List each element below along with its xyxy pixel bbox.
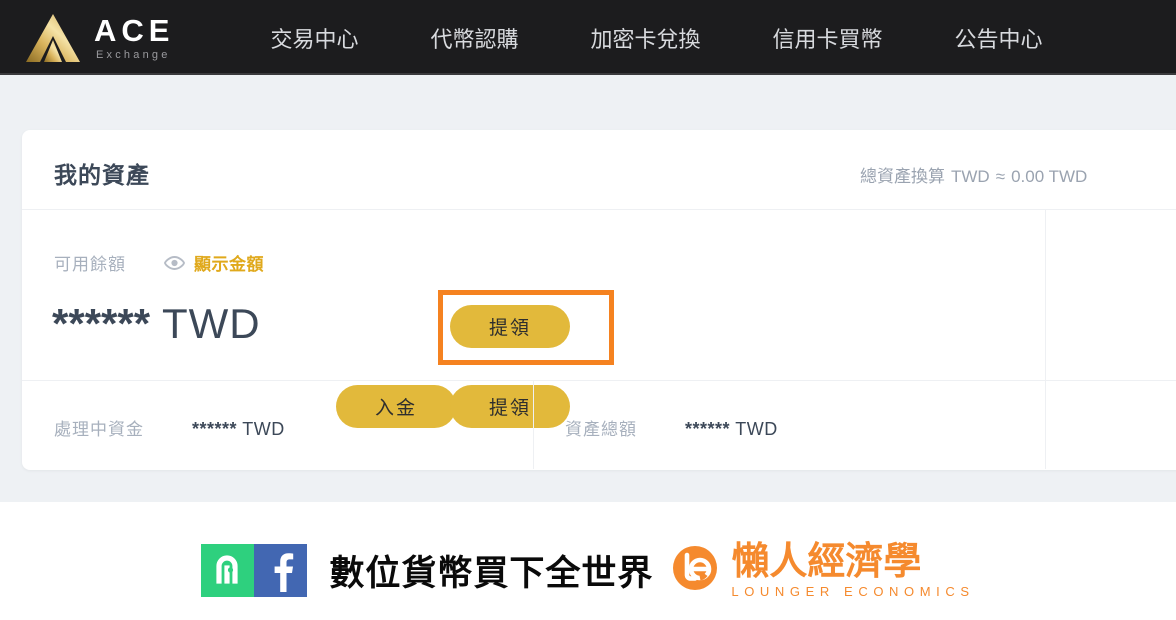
stat-masked-value: ******	[192, 419, 238, 439]
nav-link-token-subscription[interactable]: 代幣認購	[394, 22, 554, 54]
top-navigation-bar: ACE Exchange 交易中心 代幣認購 加密卡兌換 信用卡買幣 公告中心	[0, 0, 1176, 75]
asset-stats-section: 處理中資金 ****** TWD 資產總額 ****** TWD	[22, 381, 1176, 469]
show-amount-toggle[interactable]: 顯示金額	[194, 250, 264, 275]
logo-primary-text: ACE	[94, 12, 175, 48]
stat-currency: TWD	[242, 419, 285, 439]
stat-processing-funds: 處理中資金 ****** TWD	[54, 415, 285, 440]
lounger-economics-brand: 懶人經濟學 LOUNGER ECONOMICS	[669, 542, 974, 599]
nav-link-credit-card-buy[interactable]: 信用卡買幣	[737, 22, 919, 54]
total-assets-currency: TWD	[951, 167, 990, 186]
stats-vertical-divider-right	[1045, 381, 1046, 469]
lounger-economics-logo-icon	[669, 542, 721, 599]
nav-link-trading-center[interactable]: 交易中心	[234, 22, 394, 54]
stat-label: 資產總額	[565, 420, 637, 439]
balance-label-row: 可用餘額 顯示金額	[54, 250, 264, 275]
stat-masked-value: ******	[685, 419, 731, 439]
available-balance-label: 可用餘額	[54, 255, 126, 274]
nav-link-announcement-center[interactable]: 公告中心	[919, 22, 1079, 54]
total-assets-label: 總資產換算	[860, 167, 945, 186]
total-assets-value: 0.00 TWD	[1011, 167, 1088, 186]
stat-total-assets: 資產總額 ****** TWD	[565, 415, 778, 440]
app-root: ACE Exchange 交易中心 代幣認購 加密卡兌換 信用卡買幣 公告中心 …	[0, 0, 1176, 620]
footer-watermark: 數位貨幣買下全世界 懶人經濟學 LOUNGER ECONOMICS	[0, 502, 1176, 620]
facebook-icon[interactable]	[254, 543, 308, 597]
line-icon[interactable]	[201, 543, 255, 597]
logo-wordmark: ACE Exchange	[94, 15, 174, 61]
total-assets-summary: 總資產換算 TWD ≈0.00 TWD	[860, 162, 1087, 187]
stat-value: ****** TWD	[685, 419, 778, 440]
balance-currency: TWD	[162, 300, 261, 347]
stat-label: 處理中資金	[54, 420, 144, 439]
withdraw-button-highlighted[interactable]: 提領	[450, 305, 570, 348]
footer-inner: 數位貨幣買下全世界 懶人經濟學 LOUNGER ECONOMICS	[201, 542, 974, 599]
nav-link-crypto-card-exchange[interactable]: 加密卡兌換	[554, 22, 736, 54]
card-header: 我的資產 總資產換算 TWD ≈0.00 TWD	[22, 130, 1176, 210]
approx-sign: ≈	[995, 167, 1006, 186]
card-vertical-divider	[1045, 210, 1046, 381]
balance-masked-value: ******	[52, 300, 151, 347]
site-logo[interactable]: ACE Exchange	[24, 7, 174, 69]
stat-value: ****** TWD	[192, 419, 285, 440]
nav-links: 交易中心 代幣認購 加密卡兌換 信用卡買幣 公告中心	[234, 22, 1176, 54]
eye-icon[interactable]	[164, 255, 185, 270]
logo-secondary-text: Exchange	[96, 48, 171, 61]
page-title: 我的資產	[54, 162, 150, 188]
available-balance-amount: ****** TWD	[52, 300, 261, 348]
brand-text: 懶人經濟學 LOUNGER ECONOMICS	[731, 543, 974, 598]
stat-currency: TWD	[735, 419, 778, 439]
ace-triangle-logo-icon	[24, 12, 82, 64]
stats-vertical-divider	[533, 381, 534, 469]
brand-name-cn: 懶人經濟學	[731, 540, 922, 583]
footer-slogan: 數位貨幣買下全世界	[329, 553, 654, 593]
brand-name-en: LOUNGER ECONOMICS	[731, 583, 975, 599]
